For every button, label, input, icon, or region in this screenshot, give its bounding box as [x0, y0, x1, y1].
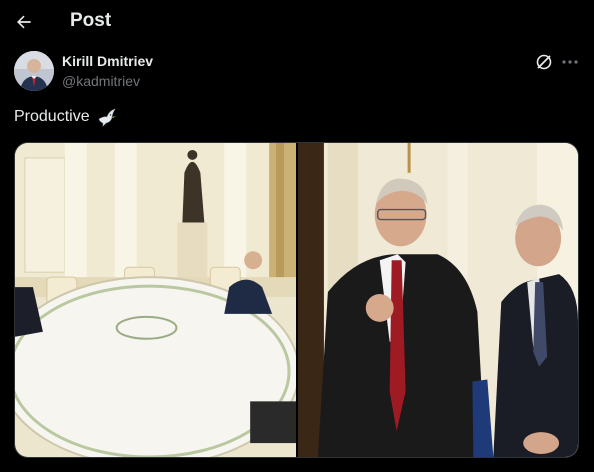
more-button[interactable] — [560, 52, 580, 72]
two-men-image — [298, 143, 578, 457]
author-name[interactable]: Kirill Dmitriev — [62, 53, 153, 69]
avatar[interactable] — [14, 51, 54, 91]
two-men-photo[interactable] — [298, 143, 578, 457]
post-media — [14, 142, 579, 458]
avatar-image — [14, 51, 54, 91]
post-text: Productive — [14, 108, 90, 125]
meeting-room-photo[interactable] — [15, 143, 296, 457]
arrow-left-icon — [17, 15, 31, 29]
post-text-container: Productive — [14, 107, 118, 127]
post-author: Kirill Dmitriev @kadmitriev — [14, 51, 580, 93]
top-bar: Post — [0, 0, 594, 44]
author-handle[interactable]: @kadmitriev — [62, 73, 140, 89]
meeting-room-image — [15, 143, 296, 457]
back-button[interactable] — [10, 8, 38, 36]
grok-icon — [536, 54, 552, 70]
grok-button[interactable] — [534, 52, 554, 72]
page-title: Post — [70, 10, 112, 31]
more-dots-icon — [562, 60, 578, 64]
dove-icon — [98, 108, 116, 127]
